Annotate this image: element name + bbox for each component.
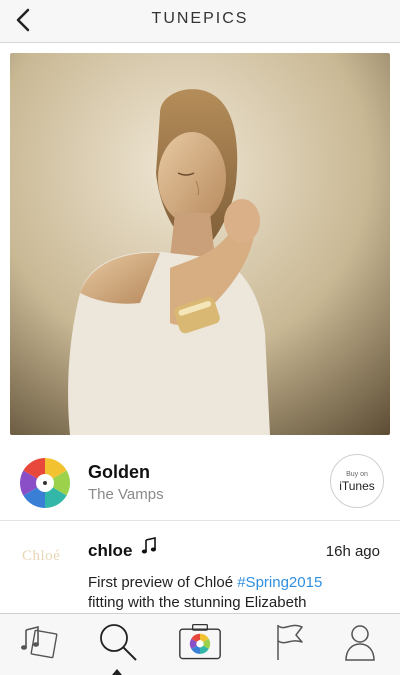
tab-flag[interactable] [268, 620, 312, 664]
tab-profile[interactable] [338, 620, 382, 664]
tab-camera[interactable] [178, 620, 222, 664]
song-info-row[interactable]: Golden The Vamps Buy on iTunes [0, 436, 400, 521]
music-note-icon [141, 537, 156, 554]
search-icon [100, 624, 137, 661]
post-photo[interactable] [10, 53, 390, 435]
active-tab-indicator [112, 669, 122, 675]
itunes-button-label: iTunes [339, 478, 375, 493]
music-card-icon [21, 625, 58, 659]
itunes-button-small-label: Buy on [346, 470, 368, 478]
post-caption: First preview of Chloé #Spring2015 fitti… [88, 573, 388, 613]
post-details: Chloé chloe 16h ago First preview of Chl… [0, 521, 400, 613]
page-title: TUNEPICS [151, 10, 249, 27]
brand-logo[interactable]: Chloé [22, 548, 60, 565]
buy-on-itunes-button[interactable]: Buy on iTunes [330, 454, 384, 508]
flag-icon [277, 624, 303, 660]
hashtag-link[interactable]: #Spring2015 [237, 574, 322, 591]
post-username[interactable]: chloe [88, 541, 132, 561]
song-artist: The Vamps [88, 486, 164, 503]
song-title: Golden [88, 462, 150, 482]
caption-text: First preview of Chloé [88, 574, 238, 591]
tab-music[interactable] [18, 620, 62, 664]
vinyl-disc-icon [20, 458, 70, 508]
caption-text-line2: fitting with the stunning Elizabeth [88, 594, 307, 611]
top-navigation-bar: TUNEPICS [0, 0, 400, 43]
profile-icon [345, 625, 375, 661]
bottom-tab-bar [0, 613, 400, 675]
camera-icon [179, 623, 221, 660]
post-timestamp: 16h ago [325, 543, 380, 560]
tab-search[interactable] [96, 620, 140, 664]
